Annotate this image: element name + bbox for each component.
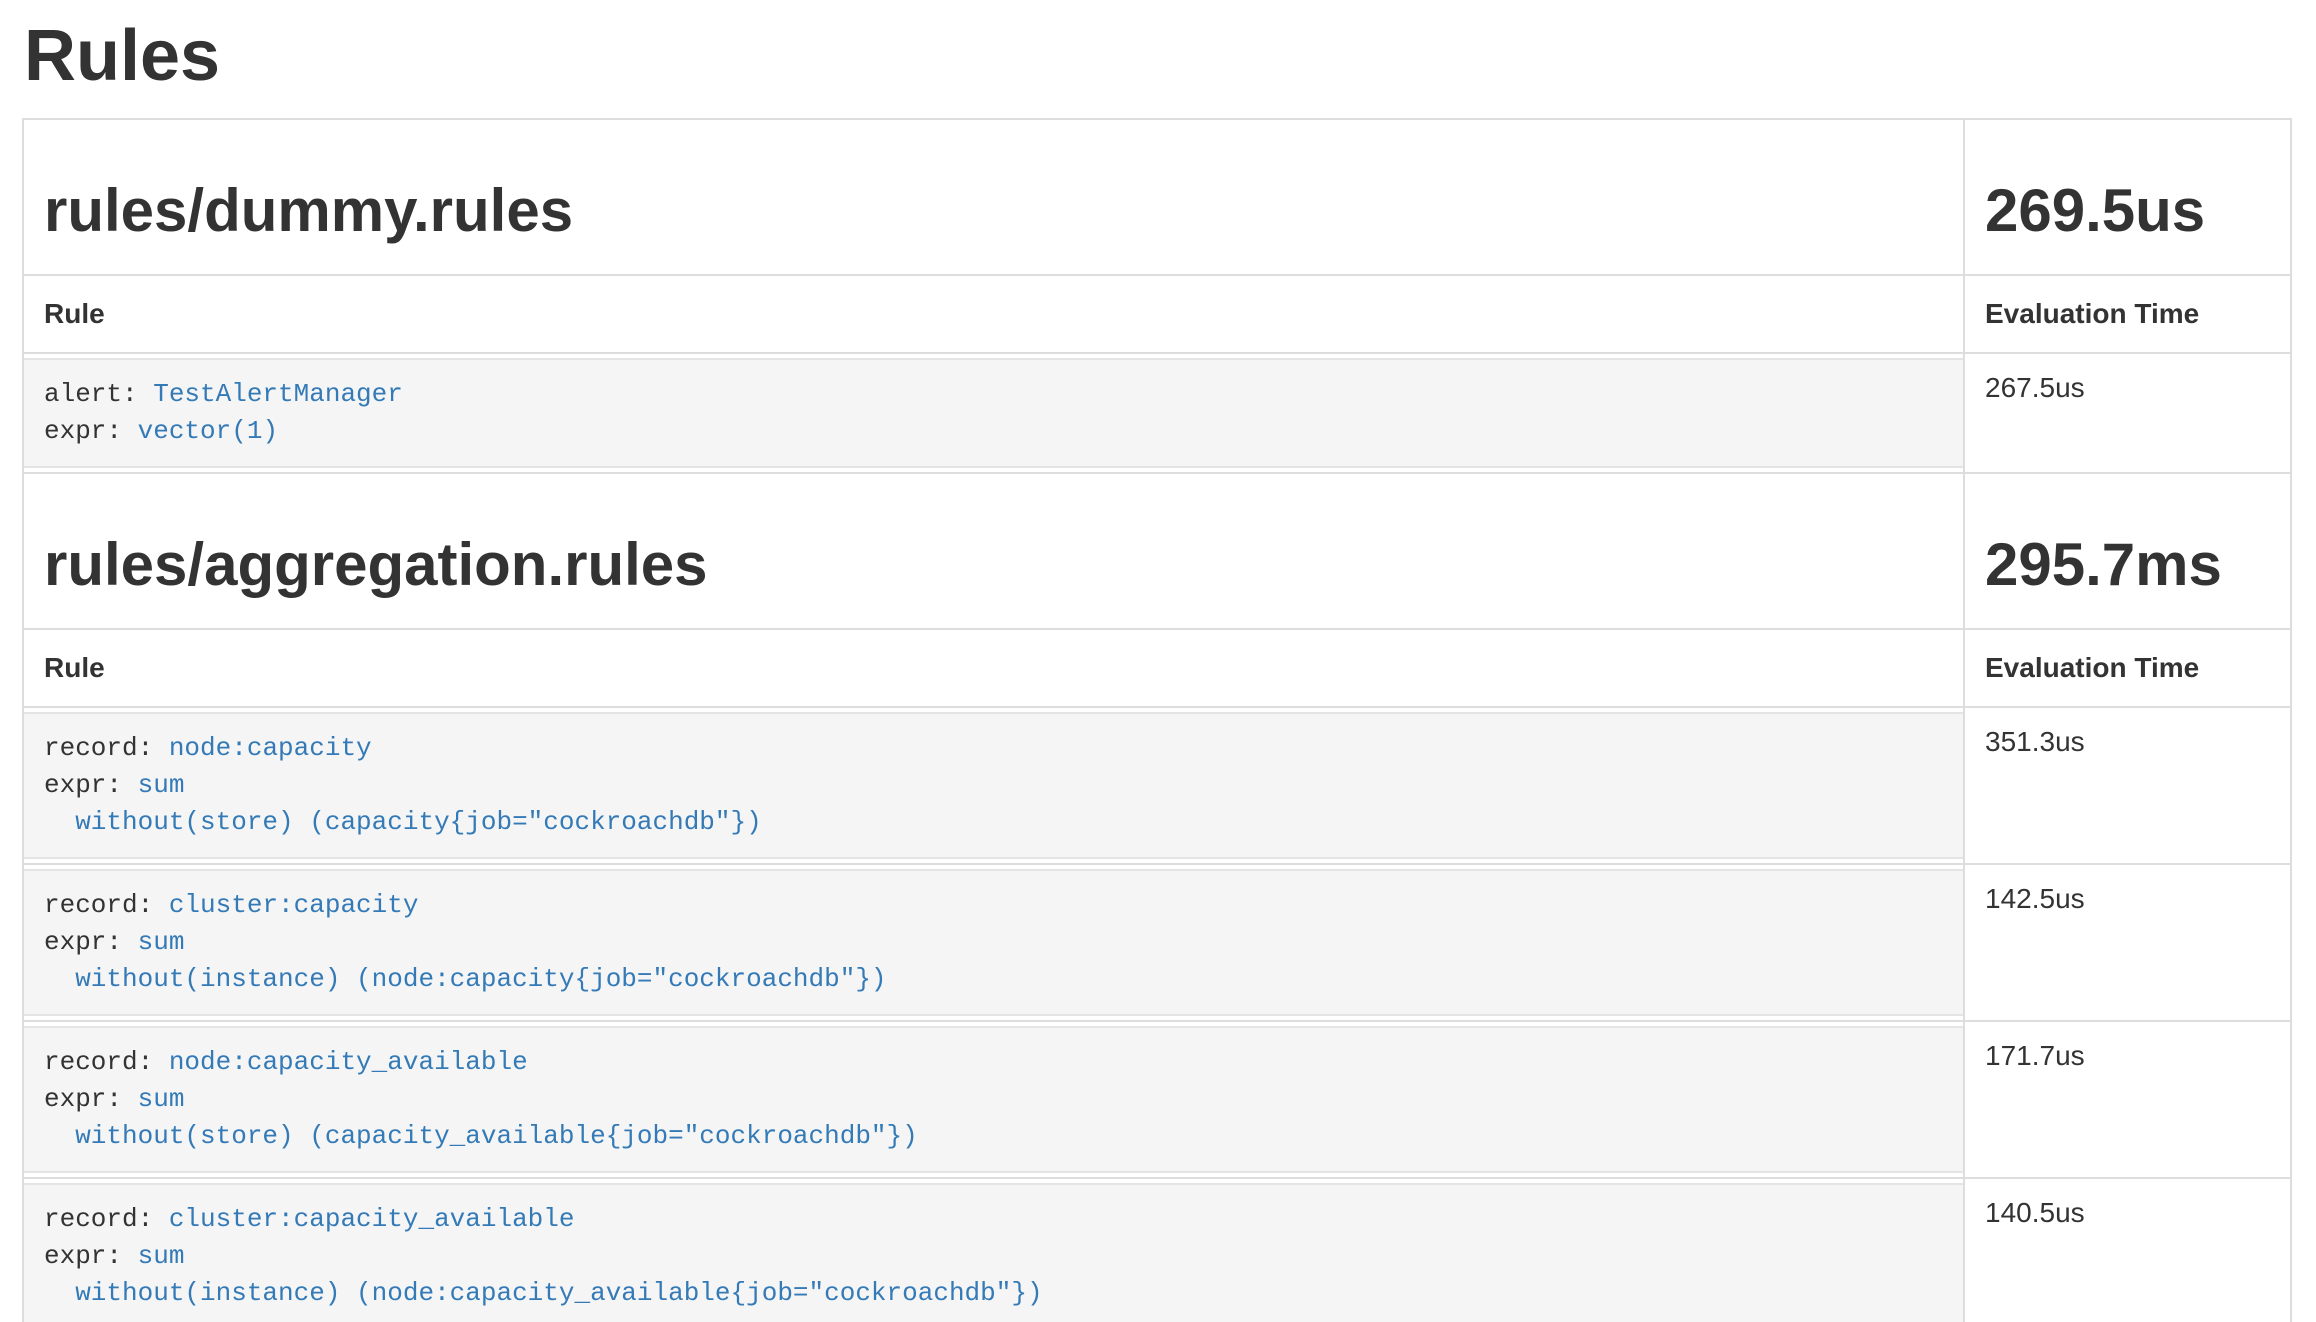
rule-keyword: expr: [44,416,138,446]
alert-name-link[interactable]: TestAlertManager [153,379,403,409]
rule-keyword: expr: [44,770,138,800]
rule-code-line: without(instance) (node:capacity_availab… [44,1275,1943,1312]
eval-time-column-header: Evaluation Time [1964,629,2291,707]
record-name-link[interactable]: cluster:capacity [169,890,419,920]
rules-table: rules/dummy.rules 269.5us Rule Evaluatio… [22,118,2292,1322]
rule-code-line: without(instance) (node:capacity{job="co… [44,961,1943,998]
expression-link[interactable]: without(instance) (node:capacity{job="co… [44,964,887,994]
page-title: Rules [24,18,2290,94]
rule-row: alert: TestAlertManager expr: vector(1) … [23,353,2291,473]
expression-link[interactable]: sum [138,1084,185,1114]
expression-link[interactable]: sum [138,770,185,800]
rule-group-file: rules/dummy.rules [44,178,1943,244]
expression-link[interactable]: vector(1) [138,416,278,446]
rule-code-line: expr: vector(1) [44,413,1943,450]
record-name-link[interactable]: node:capacity_available [169,1047,528,1077]
rule-keyword: expr: [44,927,138,957]
rule-eval-time: 171.7us [1964,1021,2291,1178]
expression-link[interactable]: without(store) (capacity_available{job="… [44,1121,918,1151]
rule-definition-cell: record: cluster:capacity expr: sum witho… [23,864,1964,1021]
column-header-row: Rule Evaluation Time [23,629,2291,707]
rule-row: record: cluster:capacity_available expr:… [23,1178,2291,1322]
rule-group-header-row: rules/dummy.rules 269.5us [23,119,2291,275]
rule-keyword: record: [44,1047,169,1077]
expression-link[interactable]: sum [138,927,185,957]
rules-page: Rules rules/dummy.rules 269.5us Rule Eva… [0,0,2316,1322]
column-header-row: Rule Evaluation Time [23,275,2291,353]
rule-row: record: node:capacity expr: sum without(… [23,707,2291,864]
rule-column-header: Rule [23,629,1964,707]
rule-group-header-row: rules/aggregation.rules 295.7ms [23,473,2291,629]
rule-definition-cell: record: cluster:capacity_available expr:… [23,1178,1964,1322]
rule-eval-time: 142.5us [1964,864,2291,1021]
expression-link[interactable]: sum [138,1241,185,1271]
rule-eval-time: 351.3us [1964,707,2291,864]
rule-definition-cell: record: node:capacity expr: sum without(… [23,707,1964,864]
rule-code-block: record: node:capacity_available expr: su… [24,1026,1963,1173]
rule-row: record: cluster:capacity expr: sum witho… [23,864,2291,1021]
rule-group-total-time: 295.7ms [1985,532,2270,598]
expression-link[interactable]: without(instance) (node:capacity_availab… [44,1278,1043,1308]
rule-code-block: record: node:capacity expr: sum without(… [24,712,1963,859]
rule-column-header: Rule [23,275,1964,353]
rule-row: record: node:capacity_available expr: su… [23,1021,2291,1178]
rule-code-line: record: node:capacity_available [44,1044,1943,1081]
rule-eval-time: 140.5us [1964,1178,2291,1322]
rule-group-file-cell: rules/dummy.rules [23,119,1964,275]
eval-time-column-header: Evaluation Time [1964,275,2291,353]
rule-code-line: alert: TestAlertManager [44,376,1943,413]
record-name-link[interactable]: cluster:capacity_available [169,1204,575,1234]
record-name-link[interactable]: node:capacity [169,733,372,763]
rule-group-file-cell: rules/aggregation.rules [23,473,1964,629]
rule-definition-cell: alert: TestAlertManager expr: vector(1) [23,353,1964,473]
rule-definition-cell: record: node:capacity_available expr: su… [23,1021,1964,1178]
rule-keyword: record: [44,733,169,763]
rule-code-line: expr: sum [44,1081,1943,1118]
rule-code-line: record: node:capacity [44,730,1943,767]
rule-code-block: record: cluster:capacity expr: sum witho… [24,869,1963,1016]
rule-code-block: record: cluster:capacity_available expr:… [24,1183,1963,1322]
rule-keyword: expr: [44,1084,138,1114]
rule-code-block: alert: TestAlertManager expr: vector(1) [24,358,1963,468]
rule-group-file: rules/aggregation.rules [44,532,1943,598]
rule-eval-time: 267.5us [1964,353,2291,473]
rule-keyword: alert: [44,379,153,409]
rule-keyword: record: [44,890,169,920]
rule-code-line: expr: sum [44,1238,1943,1275]
rule-group-total-time: 269.5us [1985,178,2270,244]
rule-code-line: expr: sum [44,767,1943,804]
expression-link[interactable]: without(store) (capacity{job="cockroachd… [44,807,762,837]
rule-code-line: expr: sum [44,924,1943,961]
rule-code-line: record: cluster:capacity_available [44,1201,1943,1238]
rule-code-line: record: cluster:capacity [44,887,1943,924]
rule-keyword: record: [44,1204,169,1234]
rule-code-line: without(store) (capacity_available{job="… [44,1118,1943,1155]
rule-code-line: without(store) (capacity{job="cockroachd… [44,804,1943,841]
rule-keyword: expr: [44,1241,138,1271]
rule-group-total-time-cell: 295.7ms [1964,473,2291,629]
rule-group-total-time-cell: 269.5us [1964,119,2291,275]
